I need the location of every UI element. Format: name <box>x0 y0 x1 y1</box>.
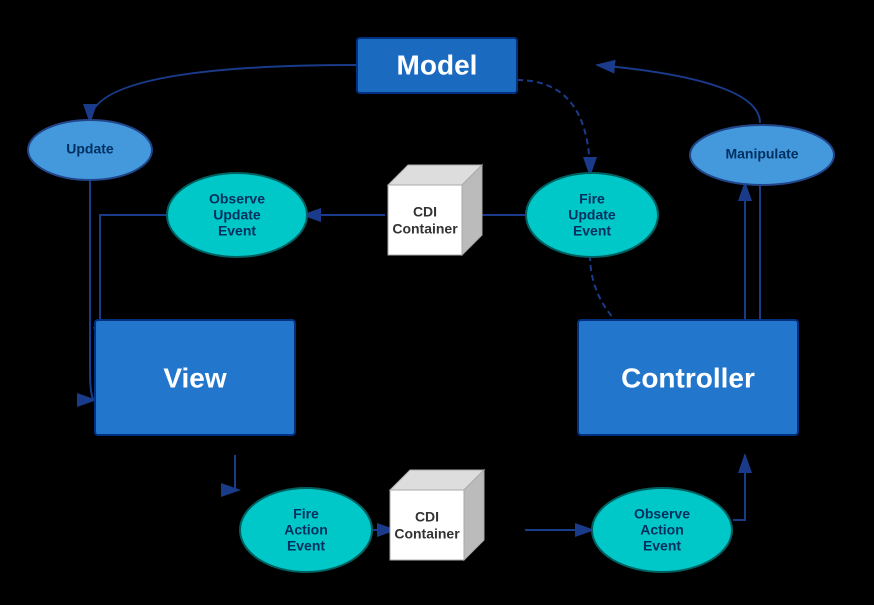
fire-update-label-1: Fire <box>579 191 605 207</box>
observe-action-label-3: Event <box>643 538 681 554</box>
observe-update-label-1: Observe <box>209 191 265 207</box>
fire-action-label-3: Event <box>287 538 325 554</box>
observe-action-label-1: Observe <box>634 506 690 522</box>
view-label: View <box>163 362 227 393</box>
lower-cdi-label-1: CDI <box>415 509 439 525</box>
lower-cdi-label-2: Container <box>394 526 460 542</box>
observe-update-label-2: Update <box>213 207 261 223</box>
fire-update-label-3: Event <box>573 223 611 239</box>
observe-update-label-3: Event <box>218 223 256 239</box>
upper-cdi-label-2: Container <box>392 221 458 237</box>
fire-action-label-1: Fire <box>293 506 319 522</box>
manipulate-label: Manipulate <box>725 146 798 162</box>
fire-action-label-2: Action <box>284 522 328 538</box>
upper-cdi-label-1: CDI <box>413 204 437 220</box>
controller-label: Controller <box>621 362 755 393</box>
observe-action-label-2: Action <box>640 522 684 538</box>
fire-update-label-2: Update <box>568 207 616 223</box>
model-label: Model <box>397 49 478 80</box>
update-label: Update <box>66 141 114 157</box>
